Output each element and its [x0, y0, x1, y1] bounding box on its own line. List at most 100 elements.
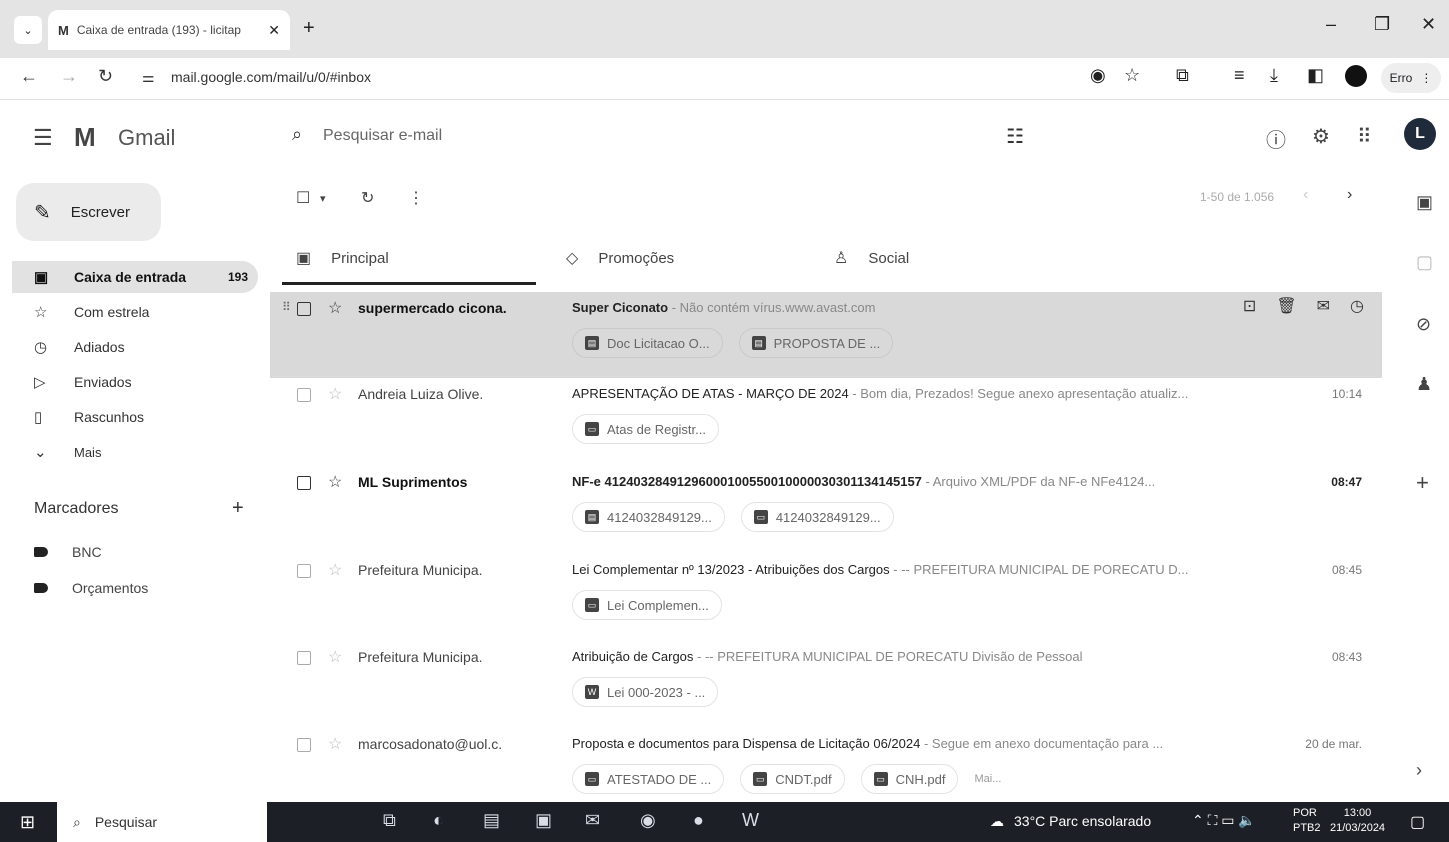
attachment-chip[interactable]: ▭ 4124032849129... — [740, 502, 894, 532]
window-close-icon[interactable]: ✕ — [1421, 14, 1436, 35]
tasks-icon[interactable]: ⊘ — [1416, 314, 1431, 335]
account-avatar[interactable]: L — [1404, 118, 1436, 150]
row-checkbox[interactable] — [297, 476, 311, 490]
refresh-icon[interactable]: ↻ — [361, 188, 374, 208]
tab-search-dropdown-icon[interactable]: ⌄ — [14, 16, 42, 44]
attachment-chip[interactable]: ▤ 4124032849129... — [572, 502, 725, 532]
bookmark-star-icon[interactable]: ☆ — [1124, 65, 1140, 86]
star-icon[interactable]: ☆ — [328, 734, 342, 754]
forward-icon[interactable]: → — [60, 66, 78, 87]
attachment-chip[interactable]: ▭ CNH.pdf — [860, 764, 959, 794]
attachment-chip[interactable]: ▭ Atas de Registr... — [572, 414, 719, 444]
prev-page-icon[interactable]: ‹ — [1303, 186, 1308, 204]
taskbar-search[interactable]: ⌕ Pesquisar — [57, 802, 267, 842]
row-checkbox[interactable] — [297, 388, 311, 402]
more-actions-icon[interactable]: ⋮ — [408, 188, 424, 208]
snooze-icon[interactable]: ◷ — [1350, 296, 1364, 316]
select-all-checkbox[interactable]: ☐ — [296, 188, 310, 208]
archive-icon[interactable]: ⊡ — [1243, 296, 1256, 316]
word-icon[interactable]: W — [742, 810, 759, 831]
search-input[interactable]: Pesquisar e-mail — [323, 127, 442, 145]
attachment-chip[interactable]: W Lei 000-2023 - ... — [572, 677, 719, 707]
apps-grid-icon[interactable]: ⠿ — [1357, 124, 1372, 149]
chrome-icon[interactable]: ◉ — [640, 810, 656, 831]
attachment-chip[interactable]: ▭ ATESTADO DE ... — [572, 764, 725, 794]
sidebar-item-drafts[interactable]: ▯ Rascunhos — [12, 401, 258, 433]
tab-promocoes[interactable]: ◇ Promoções — [566, 230, 674, 286]
file-explorer-icon[interactable]: ▤ — [483, 810, 500, 831]
select-dropdown-icon[interactable]: ▾ — [320, 192, 326, 205]
notifications-icon[interactable]: ▢ — [1410, 812, 1425, 832]
row-checkbox[interactable] — [297, 564, 311, 578]
language-indicator[interactable]: POR PTB2 — [1293, 806, 1321, 836]
attachment-chip[interactable]: ▤ PROPOSTA DE ... — [738, 328, 894, 358]
hide-side-panel-icon[interactable]: › — [1416, 760, 1422, 781]
eye-icon[interactable]: ◉ — [1090, 65, 1106, 86]
contacts-icon[interactable]: ♟ — [1416, 374, 1432, 395]
star-icon[interactable]: ☆ — [328, 298, 342, 318]
system-tray-icons[interactable]: ⌃ ⛶ ▭ 🔈 — [1192, 812, 1256, 829]
attachment-chip[interactable]: ▭ CNDT.pdf — [740, 764, 845, 794]
add-addon-icon[interactable]: + — [1416, 470, 1429, 496]
mail-icon[interactable]: ✉ — [585, 810, 600, 831]
sidebar-label-orcamentos[interactable]: Orçamentos — [34, 580, 148, 596]
compose-button[interactable]: ✎ Escrever — [16, 183, 161, 241]
search-bar[interactable]: ⌕ Pesquisar e-mail ☷ — [278, 112, 1030, 160]
email-row[interactable]: ☆ Prefeitura Municipa. Lei Complementar … — [270, 554, 1382, 640]
star-icon[interactable]: ☆ — [328, 560, 342, 580]
attachment-chip[interactable]: ▤ Doc Licitacao O... — [572, 328, 723, 358]
sidebar-item-snoozed[interactable]: ◷ Adiados — [12, 331, 258, 363]
gmail-logo-text[interactable]: Gmail — [118, 125, 175, 151]
download-icon[interactable]: ⤓ — [1270, 65, 1278, 86]
email-row[interactable]: ☆ marcosadonato@uol.c. Proposta e docume… — [270, 728, 1382, 802]
back-icon[interactable]: ← — [20, 66, 38, 87]
new-tab-icon[interactable]: + — [303, 17, 315, 40]
sidebar-item-sent[interactable]: ▷ Enviados — [12, 366, 258, 398]
store-icon[interactable]: ▣ — [535, 810, 552, 831]
email-row[interactable]: ⠿ ☆ supermercado cicona. Super Ciconato … — [270, 292, 1382, 378]
profile-icon[interactable] — [1345, 65, 1367, 87]
drag-handle-icon[interactable]: ⠿ — [282, 300, 291, 314]
sidebar-item-starred[interactable]: ☆ Com estrela — [12, 296, 258, 328]
attachment-chip[interactable]: ▭ Lei Complemen... — [572, 590, 722, 620]
star-icon[interactable]: ☆ — [328, 647, 342, 667]
row-checkbox[interactable] — [297, 302, 311, 316]
task-view-icon[interactable]: ⧉ — [383, 810, 396, 831]
mark-read-icon[interactable]: ✉ — [1317, 296, 1330, 316]
search-icon[interactable]: ⌕ — [292, 124, 302, 145]
search-options-icon[interactable]: ☷ — [1006, 124, 1024, 149]
browser-tab[interactable]: M Caixa de entrada (193) - licitap ✕ — [48, 10, 290, 50]
url-text[interactable]: mail.google.com/mail/u/0/#inbox — [171, 69, 371, 85]
side-panel-icon[interactable]: ◧ — [1307, 65, 1324, 86]
gmail-logo-icon[interactable]: M — [74, 122, 96, 153]
error-button[interactable]: Erro ⋮ — [1381, 63, 1441, 93]
keep-icon[interactable]: ▢ — [1416, 252, 1433, 273]
settings-gear-icon[interactable]: ⚙ — [1312, 124, 1330, 149]
firefox-icon[interactable]: ● — [693, 810, 704, 831]
help-icon[interactable]: ⓘ — [1266, 124, 1286, 153]
next-page-icon[interactable]: › — [1347, 186, 1352, 204]
extensions-icon[interactable]: ⧉ — [1176, 65, 1189, 86]
add-label-icon[interactable]: + — [232, 497, 244, 520]
sidebar-label-bnc[interactable]: BNC — [34, 544, 102, 560]
minimize-icon[interactable]: – — [1326, 14, 1336, 35]
tab-social[interactable]: ♙ Social — [834, 230, 909, 286]
email-row[interactable]: ☆ Prefeitura Municipa. Atribuição de Car… — [270, 641, 1382, 727]
restore-icon[interactable]: ❐ — [1374, 14, 1390, 35]
edge-icon[interactable]: ◐ — [433, 810, 444, 831]
row-checkbox[interactable] — [297, 651, 311, 665]
tab-principal[interactable]: ▣ Principal — [296, 230, 389, 286]
windows-start-icon[interactable]: ⊞ — [20, 812, 35, 833]
media-icon[interactable]: ≡ — [1234, 65, 1245, 86]
main-menu-icon[interactable]: ☰ — [33, 125, 53, 151]
tab-close-icon[interactable]: ✕ — [268, 22, 280, 39]
sidebar-item-more[interactable]: ⌄ Mais — [12, 436, 258, 468]
calendar-icon[interactable]: ▣ — [1416, 192, 1433, 213]
site-info-icon[interactable]: ⚌ — [142, 69, 155, 86]
more-attachments-link[interactable]: Mai... — [974, 773, 1001, 785]
weather-widget[interactable]: ☁ 33°C Parc ensolarado — [990, 813, 1151, 830]
reload-icon[interactable]: ↻ — [98, 66, 113, 87]
delete-icon[interactable]: 🗑 — [1276, 296, 1296, 316]
email-row[interactable]: ☆ Andreia Luiza Olive. APRESENTAÇÃO DE A… — [270, 378, 1382, 464]
email-row[interactable]: ☆ ML Suprimentos NF-e 412403284912960001… — [270, 466, 1382, 552]
